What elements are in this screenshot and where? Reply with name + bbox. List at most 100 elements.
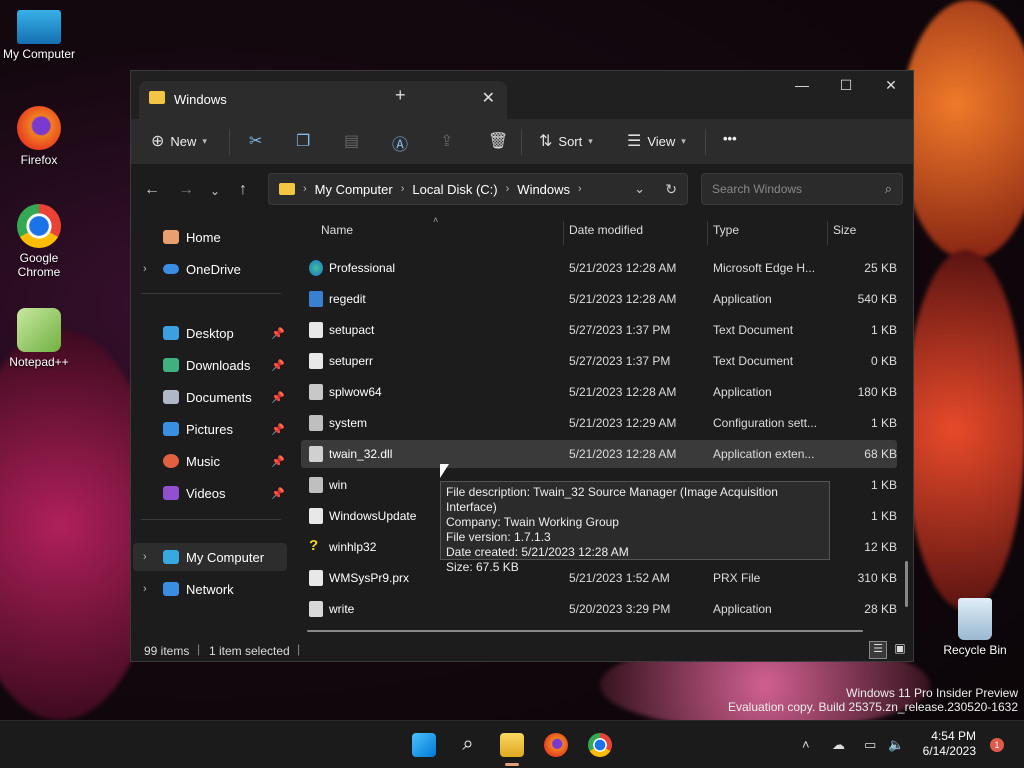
network-icon[interactable]: ▭ <box>864 737 876 753</box>
clock[interactable]: 4:54 PM 6/14/2023 <box>923 729 976 759</box>
sidebar-item-label: My Computer <box>186 549 265 565</box>
sidebar-item-documents[interactable]: Documents 📌 <box>133 383 287 411</box>
firefox-taskbar-button[interactable] <box>544 733 568 757</box>
breadcrumb-item[interactable]: My Computer <box>315 182 393 197</box>
up-button[interactable]: ↑ <box>239 181 247 199</box>
column-divider[interactable] <box>827 221 828 245</box>
cloud-offline-icon[interactable]: ☁ <box>832 737 845 753</box>
tiles-view-button[interactable]: ▣ <box>891 641 909 659</box>
column-divider[interactable] <box>707 221 708 245</box>
sort-button[interactable]: ⇅ Sort ▾ <box>539 131 593 151</box>
file-name: regedit <box>329 292 366 306</box>
sidebar-item-label: Music <box>186 453 220 469</box>
file-row[interactable]: regedit 5/21/2023 12:28 AM Application 5… <box>301 285 897 313</box>
column-header-size[interactable]: Size <box>833 223 856 237</box>
show-hidden-icons-button[interactable]: ˄ <box>802 737 810 752</box>
details-view-button[interactable]: ☰ <box>869 641 887 659</box>
desktop-icon-recycle-bin[interactable]: Recycle Bin <box>937 598 1013 657</box>
column-header-type[interactable]: Type <box>713 223 739 237</box>
close-button[interactable]: ✕ <box>868 77 914 94</box>
clock-date: 6/14/2023 <box>922 744 976 758</box>
desktop-icon-my-computer[interactable]: My Computer <box>1 10 77 61</box>
search-input[interactable]: Search Windows ⌕ <box>701 173 903 205</box>
vertical-scrollbar[interactable] <box>905 561 908 607</box>
chrome-taskbar-button[interactable] <box>588 733 612 757</box>
mouse-cursor <box>440 464 449 478</box>
breadcrumb-item[interactable]: Windows <box>517 182 570 197</box>
more-options-button[interactable]: ••• <box>723 131 737 146</box>
file-row[interactable]: Professional 5/21/2023 12:28 AM Microsof… <box>301 254 897 282</box>
desktop-icon-chrome[interactable]: Google Chrome <box>1 204 77 279</box>
minimize-button[interactable]: — <box>779 77 825 93</box>
file-row[interactable]: system 5/21/2023 12:29 AM Configuration … <box>301 409 897 437</box>
column-header-name[interactable]: Name <box>321 223 353 237</box>
view-button[interactable]: ☰ View ▾ <box>627 131 686 151</box>
back-button[interactable]: ← <box>144 181 160 199</box>
start-button[interactable] <box>412 733 436 757</box>
file-row[interactable]: setupact 5/27/2023 1:37 PM Text Document… <box>301 316 897 344</box>
maximize-button[interactable]: ☐ <box>823 77 869 94</box>
sidebar-item-desktop[interactable]: Desktop 📌 <box>133 319 287 347</box>
sidebar-item-network[interactable]: › Network <box>133 575 287 603</box>
pin-icon[interactable]: 📌 <box>271 327 285 340</box>
file-explorer-taskbar-button[interactable] <box>500 733 524 757</box>
selection-count: 1 item selected <box>209 644 290 658</box>
desktop-icon-label: Google Chrome <box>17 251 61 279</box>
cut-button[interactable]: ✂ <box>249 131 262 151</box>
file-row[interactable]: write 5/20/2023 3:29 PM Application 28 K… <box>301 595 897 623</box>
new-tab-button[interactable]: + <box>395 85 406 106</box>
copy-button[interactable]: ❐ <box>296 131 310 151</box>
tab-close-button[interactable]: ✕ <box>482 88 495 108</box>
horizontal-scrollbar[interactable] <box>307 630 863 632</box>
sidebar-item-onedrive[interactable]: › OneDrive <box>133 255 287 283</box>
search-icon: ⌕ <box>884 181 892 196</box>
toolbar-divider <box>521 129 522 155</box>
file-size: 1 KB <box>870 478 897 492</box>
search-button[interactable]: ⌕ <box>456 733 480 757</box>
sidebar-item-my-computer[interactable]: › My Computer <box>133 543 287 571</box>
new-button[interactable]: ⊕ New ▾ <box>151 131 207 151</box>
delete-button[interactable]: 🗑 <box>488 131 508 151</box>
sidebar-item-videos[interactable]: Videos 📌 <box>133 479 287 507</box>
desktop-icon-firefox[interactable]: Firefox <box>1 106 77 167</box>
file-row-selected[interactable]: twain_32.dll 5/21/2023 12:28 AM Applicat… <box>301 440 897 468</box>
edge-file-icon <box>309 260 323 276</box>
music-icon <box>163 454 179 468</box>
chevron-right-icon[interactable]: › <box>143 263 147 275</box>
volume-icon[interactable]: 🔈 <box>888 737 904 753</box>
refresh-button[interactable]: ↻ <box>665 181 677 198</box>
sidebar-item-home[interactable]: Home <box>133 223 287 251</box>
home-icon <box>163 230 179 244</box>
pin-icon[interactable]: 📌 <box>271 423 285 436</box>
chevron-right-icon[interactable]: › <box>143 551 147 563</box>
address-dropdown-button[interactable]: ⌄ <box>634 181 645 197</box>
breadcrumb-item[interactable]: Local Disk (C:) <box>412 182 497 197</box>
sidebar-item-music[interactable]: Music 📌 <box>133 447 287 475</box>
column-header-date[interactable]: Date modified <box>569 223 643 237</box>
sidebar-item-pictures[interactable]: Pictures 📌 <box>133 415 287 443</box>
file-size: 180 KB <box>857 385 897 399</box>
file-date: 5/27/2023 1:37 PM <box>569 323 671 337</box>
chevron-right-icon[interactable]: › <box>143 583 147 595</box>
recent-locations-button[interactable]: ⌄ <box>210 184 220 198</box>
pin-icon[interactable]: 📌 <box>271 487 285 500</box>
chevron-down-icon: ▾ <box>681 135 686 146</box>
rename-button[interactable]: Ⓐ <box>392 131 408 155</box>
pin-icon[interactable]: 📌 <box>271 455 285 468</box>
notification-badge[interactable]: 1 <box>990 738 1004 752</box>
sidebar-divider <box>141 519 281 520</box>
sidebar-item-downloads[interactable]: Downloads 📌 <box>133 351 287 379</box>
paste-button[interactable]: ▤ <box>344 131 359 151</box>
text-file-icon <box>309 322 323 338</box>
tab-windows[interactable]: Windows ✕ <box>139 81 507 119</box>
share-button[interactable]: ⇪ <box>440 131 453 151</box>
pin-icon[interactable]: 📌 <box>271 359 285 372</box>
breadcrumb[interactable]: › My Computer › Local Disk (C:) › Window… <box>268 173 688 205</box>
file-row[interactable]: setuperr 5/27/2023 1:37 PM Text Document… <box>301 347 897 375</box>
column-divider[interactable] <box>563 221 564 245</box>
file-size: 1 KB <box>870 416 897 430</box>
forward-button[interactable]: → <box>178 181 194 199</box>
desktop-icon-notepad-plus-plus[interactable]: Notepad++ <box>1 308 77 369</box>
file-row[interactable]: splwow64 5/21/2023 12:28 AM Application … <box>301 378 897 406</box>
pin-icon[interactable]: 📌 <box>271 391 285 404</box>
